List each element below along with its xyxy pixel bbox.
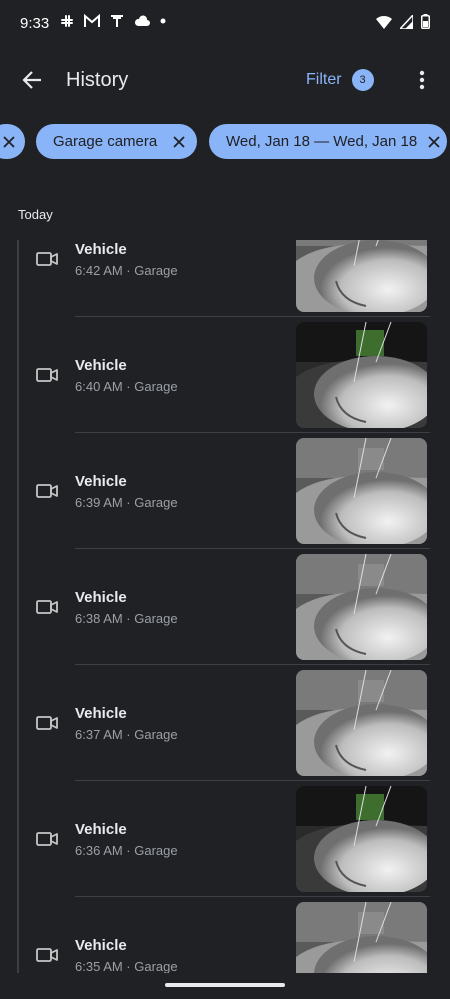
camera-snapshot-image xyxy=(296,902,427,973)
videocam-icon xyxy=(36,367,58,383)
page-title: History xyxy=(66,69,129,91)
more-vert-icon xyxy=(419,70,425,90)
event-title: Vehicle xyxy=(75,821,127,838)
camera-snapshot-image xyxy=(296,554,427,660)
close-icon[interactable] xyxy=(167,130,191,154)
event-row[interactable]: Vehicle 6:36 AM · Garage xyxy=(0,781,450,897)
close-icon[interactable] xyxy=(427,130,441,154)
event-thumbnail[interactable] xyxy=(296,786,427,892)
filter-count-badge: 3 xyxy=(351,69,374,91)
event-thumbnail[interactable] xyxy=(296,902,427,973)
chip-close-icon[interactable] xyxy=(0,130,19,154)
wifi-icon xyxy=(376,15,392,29)
videocam-icon xyxy=(36,831,58,847)
signal-icon xyxy=(400,14,413,29)
arrow-back-icon xyxy=(22,71,41,89)
back-button[interactable] xyxy=(14,62,50,98)
event-subtitle: 6:40 AM · Garage xyxy=(75,379,178,394)
app-bar: History Filter 3 xyxy=(0,48,450,112)
camera-snapshot-image xyxy=(296,322,427,428)
event-subtitle: 6:42 AM · Garage xyxy=(75,263,178,278)
event-thumbnail[interactable] xyxy=(296,322,427,428)
event-thumbnail[interactable] xyxy=(296,670,427,776)
camera-snapshot-image xyxy=(296,670,427,776)
event-row[interactable]: Vehicle 6:42 AM · Garage xyxy=(0,240,450,317)
event-subtitle: 6:39 AM · Garage xyxy=(75,495,178,510)
videocam-icon xyxy=(36,947,58,963)
event-row[interactable]: Vehicle 6:39 AM · Garage xyxy=(0,433,450,549)
event-title: Vehicle xyxy=(75,357,127,374)
status-notification-icons xyxy=(60,14,166,28)
event-subtitle: 6:36 AM · Garage xyxy=(75,843,178,858)
chip-partial-offscreen[interactable] xyxy=(0,124,25,159)
event-row[interactable]: Vehicle 6:40 AM · Garage xyxy=(0,317,450,433)
filter-label: Filter xyxy=(306,71,342,88)
event-title: Vehicle xyxy=(75,589,127,606)
videocam-icon xyxy=(36,599,58,615)
slack-icon xyxy=(61,15,73,27)
chip-date-range[interactable]: Wed, Jan 18 — Wed, Jan 18 xyxy=(209,124,447,159)
event-title: Vehicle xyxy=(75,937,127,954)
cloud-icon xyxy=(134,15,150,26)
event-list[interactable]: Vehicle 6:42 AM · Garage Vehicle 6:40 AM · … xyxy=(0,240,450,973)
filter-chips: Garage camera Wed, Jan 18 — Wed, Jan 18 xyxy=(0,124,450,160)
event-subtitle: 6:37 AM · Garage xyxy=(75,727,178,742)
videocam-icon xyxy=(36,251,58,267)
event-title: Vehicle xyxy=(75,705,127,722)
event-row[interactable]: Vehicle 6:37 AM · Garage xyxy=(0,665,450,781)
event-title: Vehicle xyxy=(75,473,127,490)
event-subtitle: 6:35 AM · Garage xyxy=(75,959,178,973)
event-subtitle: 6:38 AM · Garage xyxy=(75,611,178,626)
videocam-icon xyxy=(36,715,58,731)
event-title: Vehicle xyxy=(75,241,127,258)
event-thumbnail[interactable] xyxy=(296,554,427,660)
battery-icon xyxy=(421,14,430,29)
videocam-icon xyxy=(36,483,58,499)
more-options-button[interactable] xyxy=(408,64,436,96)
gmail-icon xyxy=(84,14,100,27)
chip-label: Wed, Jan 18 — Wed, Jan 18 xyxy=(226,133,418,150)
camera-snapshot-image xyxy=(296,240,427,312)
chip-garage-camera[interactable]: Garage camera xyxy=(36,124,198,159)
home-indicator[interactable] xyxy=(165,983,285,987)
section-header-today: Today xyxy=(18,207,53,222)
status-bar: 9:33 xyxy=(0,0,450,48)
event-thumbnail[interactable] xyxy=(296,240,427,312)
camera-snapshot-image xyxy=(296,438,427,544)
filter-button[interactable]: Filter 3 xyxy=(306,66,374,94)
status-time: 9:33 xyxy=(20,15,50,32)
camera-snapshot-image xyxy=(296,786,427,892)
event-row[interactable]: Vehicle 6:35 AM · Garage xyxy=(0,897,450,973)
tesla-icon xyxy=(111,15,123,27)
event-row[interactable]: Vehicle 6:38 AM · Garage xyxy=(0,549,450,665)
chip-label: Garage camera xyxy=(53,133,158,150)
dot-icon xyxy=(160,18,166,24)
status-system-icons xyxy=(376,14,430,29)
event-thumbnail[interactable] xyxy=(296,438,427,544)
